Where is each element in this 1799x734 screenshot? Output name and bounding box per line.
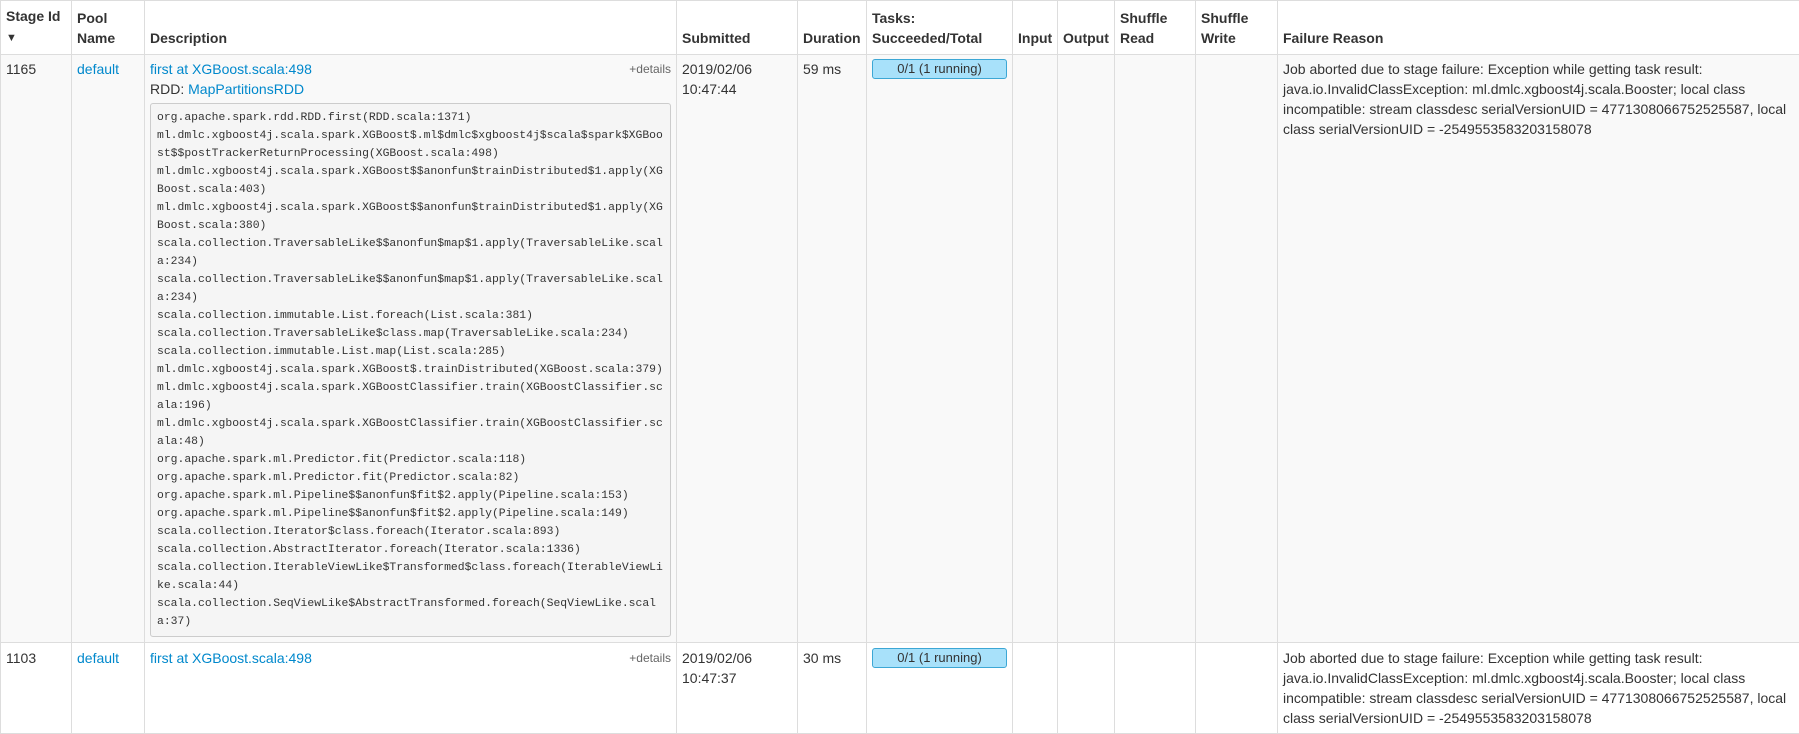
header-pool-name[interactable]: Pool Name [72,1,145,55]
submitted-cell: 2019/02/06 10:47:37 [677,643,798,734]
stack-trace: org.apache.spark.rdd.RDD.first(RDD.scala… [150,103,671,637]
pool-cell: default [72,643,145,734]
shuffle-read-cell [1115,55,1196,643]
shuffle-write-cell [1196,55,1278,643]
output-cell [1058,643,1115,734]
input-cell [1013,55,1058,643]
input-cell [1013,643,1058,734]
failure-reason-cell: Job aborted due to stage failure: Except… [1278,55,1799,643]
table-row: 1103 default first at XGBoost.scala:498 … [1,643,1799,734]
stage-description-link[interactable]: first at XGBoost.scala:498 [150,61,312,77]
sort-desc-icon: ▼ [6,32,17,44]
output-cell [1058,55,1115,643]
tasks-cell: 0/1 (1 running) [867,55,1013,643]
header-description[interactable]: Description [145,1,677,55]
stage-id-cell: 1103 [1,643,72,734]
header-failure-reason[interactable]: Failure Reason [1278,1,1799,55]
duration-cell: 30 ms [798,643,867,734]
pool-cell: default [72,55,145,643]
stages-table: Stage Id▼ Pool Name Description Submitte… [0,0,1799,734]
description-cell: first at XGBoost.scala:498 +details [145,643,677,734]
details-toggle[interactable]: +details [629,648,671,668]
stage-id-cell: 1165 [1,55,72,643]
rdd-link[interactable]: MapPartitionsRDD [188,81,304,97]
header-shuffle-write[interactable]: Shuffle Write [1196,1,1278,55]
header-output[interactable]: Output [1058,1,1115,55]
rdd-line: RDD: MapPartitionsRDD [150,79,671,99]
stage-description-link[interactable]: first at XGBoost.scala:498 [150,650,312,666]
header-submitted[interactable]: Submitted [677,1,798,55]
submitted-cell: 2019/02/06 10:47:44 [677,55,798,643]
pool-link[interactable]: default [77,61,119,77]
tasks-progress-bar: 0/1 (1 running) [872,648,1007,668]
table-header-row: Stage Id▼ Pool Name Description Submitte… [1,1,1799,55]
shuffle-read-cell [1115,643,1196,734]
tasks-progress-bar: 0/1 (1 running) [872,59,1007,79]
header-tasks[interactable]: Tasks: Succeeded/Total [867,1,1013,55]
header-input[interactable]: Input [1013,1,1058,55]
pool-link[interactable]: default [77,650,119,666]
shuffle-write-cell [1196,643,1278,734]
tasks-progress-label: 0/1 (1 running) [897,650,982,665]
tasks-cell: 0/1 (1 running) [867,643,1013,734]
rdd-label: RDD: [150,81,184,97]
header-shuffle-read[interactable]: Shuffle Read [1115,1,1196,55]
description-cell: first at XGBoost.scala:498 +details RDD:… [145,55,677,643]
table-row: 1165 default first at XGBoost.scala:498 … [1,55,1799,643]
header-duration[interactable]: Duration [798,1,867,55]
duration-cell: 59 ms [798,55,867,643]
failure-reason-cell: Job aborted due to stage failure: Except… [1278,643,1799,734]
details-toggle[interactable]: +details [629,59,671,79]
tasks-progress-label: 0/1 (1 running) [897,61,982,76]
header-stage-id[interactable]: Stage Id▼ [1,1,72,55]
